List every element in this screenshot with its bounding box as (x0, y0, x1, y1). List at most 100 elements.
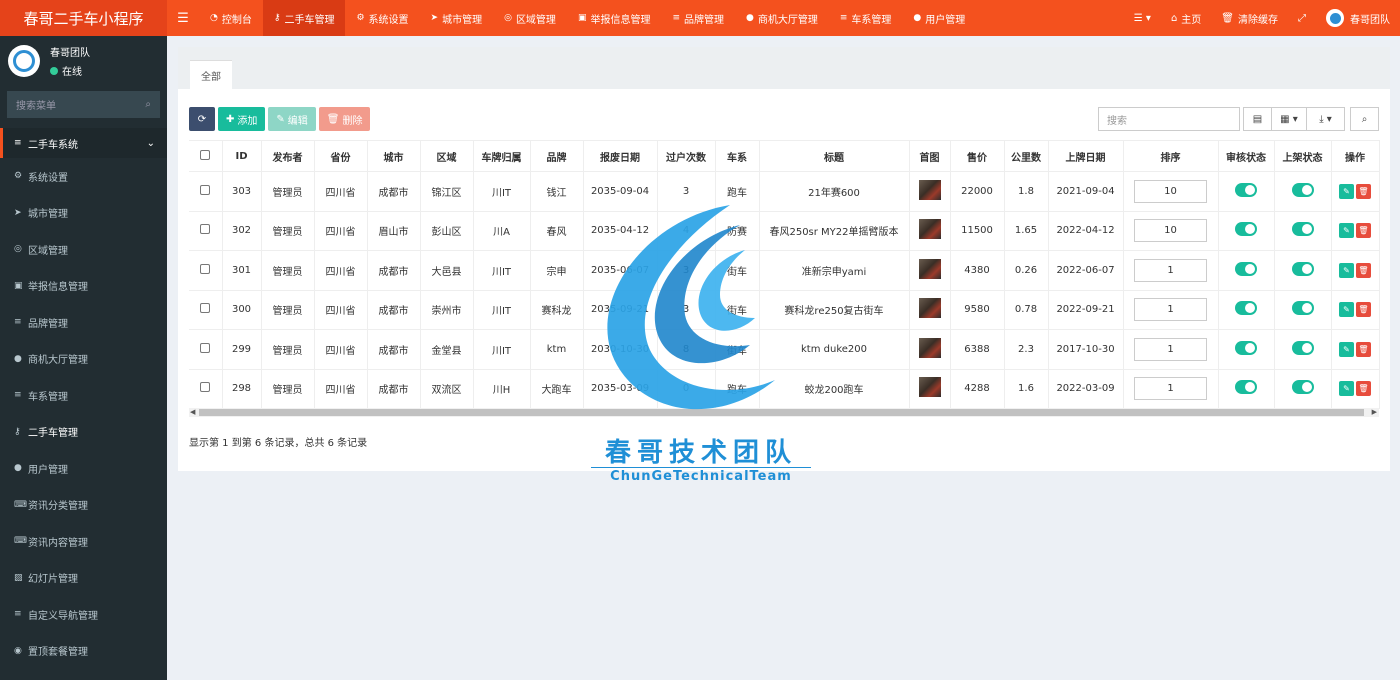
topnav-item[interactable]: ≡ 品牌管理 (661, 0, 735, 36)
sidebar-item[interactable]: ▣ 举报信息管理 (0, 268, 167, 305)
topnav-item[interactable]: ≡ 车系管理 (829, 0, 903, 36)
column-header[interactable]: 上牌日期 (1048, 140, 1124, 172)
add-button[interactable]: ✚ 添加 (218, 107, 266, 131)
row-edit-icon[interactable]: ✎ (1339, 341, 1354, 357)
columns-button[interactable]: ▦ ▾ (1271, 107, 1307, 131)
table-row[interactable]: 303 管理员 四川省 成都市 锦江区 川IT 钱江 2035-09-04 3 跑车 21年赛600… (189, 171, 1380, 212)
thumbnail-image[interactable] (918, 377, 941, 398)
table-row[interactable]: 302 管理员 四川省 眉山市 彭山区 川A 春风 2035-04-12 4 防赛 春风250sr … (189, 211, 1380, 251)
sidebar-item[interactable]: ≡ 二手车系统 ⌄ (0, 128, 167, 158)
topnav-item[interactable]: ➤ 城市管理 (420, 0, 494, 36)
row-edit-icon[interactable]: ✎ (1339, 183, 1354, 199)
listing-toggle[interactable] (1291, 380, 1314, 395)
advanced-search-button[interactable]: ⌕ (1350, 107, 1379, 131)
table-row[interactable]: 299 管理员 四川省 成都市 金堂县 川IT ktm 2030-10-30 8 街车 ktm du… (189, 329, 1380, 370)
scrollbar-thumb[interactable] (199, 409, 1364, 416)
column-header[interactable]: 车系 (715, 140, 760, 172)
thumbnail-image[interactable] (918, 258, 941, 279)
audit-toggle[interactable] (1235, 222, 1257, 237)
column-header[interactable]: 审核状态 (1218, 140, 1275, 172)
tab-all[interactable]: 全部 (190, 60, 232, 89)
topnav-item[interactable]: ⚙ 系统设置 (345, 0, 419, 36)
cell-image[interactable] (909, 250, 951, 291)
sidebar-item[interactable]: ≡ 品牌管理 (0, 304, 167, 341)
home-link[interactable]: ⌂ 主页 (1161, 0, 1211, 36)
export-button[interactable]: ⤓ ▾ (1306, 107, 1345, 131)
row-checkbox[interactable] (189, 211, 223, 251)
audit-toggle[interactable] (1235, 182, 1257, 197)
topnav-item[interactable]: ● 商机大厅管理 (735, 0, 829, 36)
topnav-item[interactable]: ● 用户管理 (902, 0, 976, 36)
sidebar-item[interactable]: ≡ 自定义导航管理 (0, 596, 167, 633)
column-header[interactable]: 城市 (367, 140, 421, 172)
app-title[interactable]: 春哥二手车小程序 (0, 0, 167, 36)
column-header[interactable]: 报废日期 (583, 140, 658, 172)
sort-input[interactable]: 10 (1134, 219, 1207, 243)
row-checkbox[interactable] (189, 329, 223, 370)
column-header[interactable]: 上架状态 (1274, 140, 1332, 172)
row-checkbox[interactable] (189, 290, 223, 330)
cell-image[interactable] (909, 329, 951, 370)
sidebar-item[interactable]: ≡ 车系管理 (0, 377, 167, 414)
row-edit-icon[interactable]: ✎ (1339, 262, 1354, 278)
listing-toggle[interactable] (1291, 340, 1314, 355)
row-checkbox[interactable] (189, 250, 223, 291)
sort-input[interactable]: 1 (1134, 377, 1207, 401)
column-header[interactable]: 操作 (1331, 140, 1380, 172)
listing-toggle[interactable] (1291, 301, 1314, 316)
column-header[interactable]: 公里数 (1004, 140, 1049, 172)
column-header[interactable]: 标题 (759, 140, 910, 172)
thumbnail-image[interactable] (918, 337, 941, 358)
row-delete-icon[interactable]: 🗑 (1356, 381, 1371, 397)
row-delete-icon[interactable]: 🗑 (1356, 262, 1371, 278)
row-edit-icon[interactable]: ✎ (1339, 302, 1354, 318)
row-delete-icon[interactable]: 🗑 (1356, 341, 1371, 357)
sidebar-item[interactable]: ◉ 置顶套餐管理 (0, 633, 167, 670)
sidebar-item[interactable]: ● 商机大厅管理 (0, 341, 167, 378)
table-row[interactable]: 300 管理员 四川省 成都市 崇州市 川IT 赛科龙 2035-09-21 3 街车 赛科龙re2… (189, 290, 1380, 330)
search-icon[interactable]: ⌕ (145, 99, 151, 110)
scroll-right-icon[interactable]: ▶ (1372, 408, 1377, 416)
topnav-item[interactable]: ◔ 控制台 (199, 0, 263, 36)
table-row[interactable]: 301 管理员 四川省 成都市 大邑县 川IT 宗申 2035-06-07 3 街车 准新宗申yam… (189, 250, 1380, 291)
audit-toggle[interactable] (1235, 301, 1257, 316)
listing-toggle[interactable] (1291, 222, 1314, 237)
menu-toggle-icon[interactable]: ☰ (167, 0, 199, 36)
thumbnail-image[interactable] (918, 298, 941, 319)
thumbnail-image[interactable] (918, 179, 941, 200)
row-delete-icon[interactable]: 🗑 (1356, 302, 1371, 318)
row-edit-icon[interactable]: ✎ (1339, 223, 1354, 239)
topnav-item[interactable]: ▣ 举报信息管理 (567, 0, 662, 36)
column-header[interactable]: 首图 (909, 140, 951, 172)
listing-toggle[interactable] (1291, 261, 1314, 276)
audit-toggle[interactable] (1235, 380, 1257, 395)
toggle-view-button[interactable]: ▤ (1243, 107, 1272, 131)
sidebar-item[interactable]: ⌨ 资讯内容管理 (0, 523, 167, 560)
fullscreen-icon[interactable]: ⤢ (1288, 0, 1316, 36)
sidebar-item[interactable]: ▨ 幻灯片管理 (0, 560, 167, 597)
column-header[interactable]: 省份 (314, 140, 368, 172)
sidebar-item[interactable]: ◎ 区域管理 (0, 231, 167, 268)
table-row[interactable]: 298 管理员 四川省 成都市 双流区 川H 大跑车 2035-03-09 0 跑车 蛟龙200跑车… (189, 369, 1380, 409)
sidebar-item[interactable]: ● 用户管理 (0, 450, 167, 487)
listing-toggle[interactable] (1291, 182, 1314, 197)
cell-image[interactable] (909, 369, 951, 409)
delete-button[interactable]: 🗑 删除 (318, 107, 371, 131)
cell-image[interactable] (909, 171, 951, 212)
thumbnail-image[interactable] (918, 219, 941, 240)
sort-input[interactable]: 10 (1134, 179, 1207, 203)
column-header[interactable]: ID (222, 140, 262, 172)
sort-input[interactable]: 1 (1134, 258, 1207, 282)
table-search-input[interactable]: 搜索 (1098, 107, 1240, 131)
sort-input[interactable]: 1 (1134, 337, 1207, 361)
edit-button[interactable]: ✎ 编辑 (268, 107, 316, 131)
column-header[interactable]: 售价 (950, 140, 1005, 172)
column-header[interactable]: 排序 (1123, 140, 1219, 172)
topnav-item[interactable]: ◎ 区域管理 (493, 0, 567, 36)
scroll-left-icon[interactable]: ◀ (190, 408, 195, 416)
menu-search-input[interactable]: 搜索菜单 ⌕ (7, 91, 160, 118)
sidebar-item[interactable]: ⚷ 二手车管理 (0, 414, 167, 451)
cell-image[interactable] (909, 211, 951, 251)
user-menu[interactable]: 春哥团队 (1316, 0, 1400, 36)
column-header[interactable]: 品牌 (530, 140, 584, 172)
